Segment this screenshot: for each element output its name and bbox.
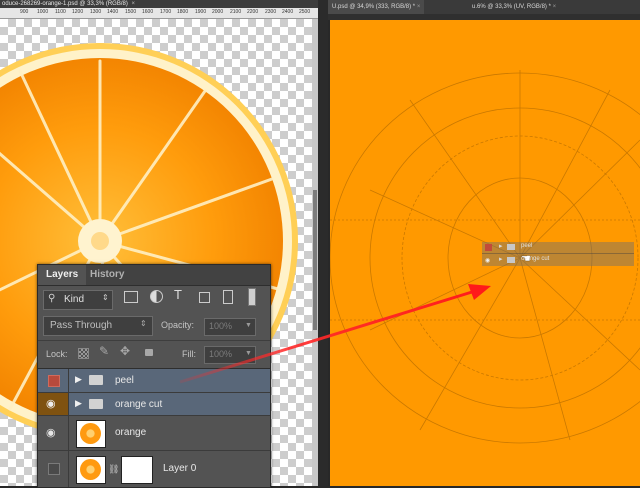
close-tab-icon[interactable]: × <box>553 4 557 10</box>
layers-panel: Layers History ⚲ Kind ⇕ T Pass Through ⇕… <box>37 264 271 488</box>
ruler-tick: 1400 <box>107 9 119 15</box>
right-document-tab-2-label: u.6% @ 33,3% (UV, RGB/8) * <box>472 4 551 10</box>
folder-icon <box>507 244 515 250</box>
ruler-tick: 2100 <box>230 9 242 15</box>
layer-thumbnail <box>76 456 106 484</box>
horizontal-ruler: 900 1000 1100 1200 1300 1400 1500 1600 1… <box>0 8 318 19</box>
close-tab-icon[interactable]: × <box>130 0 136 8</box>
layer-name[interactable]: orange <box>115 427 146 438</box>
lock-all-padlock-icon[interactable] <box>145 349 153 356</box>
layer-row-orange[interactable]: ◉ orange <box>38 416 270 451</box>
filter-kind-value: Kind <box>64 294 85 305</box>
left-scrollbar-thumb[interactable] <box>313 190 317 330</box>
hand-cursor-icon: ☚ <box>521 253 531 265</box>
lock-label: Lock: <box>46 349 68 359</box>
fill-label: Fill: <box>182 349 196 359</box>
blend-mode-value: Pass Through <box>50 320 113 331</box>
right-document-tab-1[interactable]: U.psd @ 34,9% (333, RGB/8) * × <box>328 0 425 14</box>
ruler-tick: 900 <box>20 9 29 15</box>
lock-position-move-icon[interactable]: ✥ <box>120 344 130 358</box>
mini-layer-name: peel <box>521 243 533 249</box>
mini-layers-overlay: ▸ peel ◉ ▸ orange cut <box>482 242 634 266</box>
layer-row-orange-cut[interactable]: ◉ ▶ orange cut <box>38 393 270 416</box>
visibility-cell[interactable] <box>38 451 69 487</box>
red-visibility-swatch-icon[interactable] <box>48 375 60 387</box>
visibility-cell[interactable]: ◉ <box>38 393 69 415</box>
ruler-tick: 1500 <box>125 9 137 15</box>
filter-kind-dropdown[interactable]: ⚲ Kind ⇕ <box>43 290 113 310</box>
ruler-tick: 1800 <box>177 9 189 15</box>
layer-name[interactable]: orange cut <box>115 399 162 410</box>
ruler-tick: 2500 <box>299 9 311 15</box>
orange-thumbnail-image <box>80 423 101 444</box>
layer-mask-thumbnail[interactable] <box>121 456 153 484</box>
filter-toggle-switch[interactable] <box>248 288 256 306</box>
adjustment-filter-icon[interactable] <box>150 290 163 303</box>
lock-pixels-brush-icon[interactable]: ✎ <box>99 344 109 358</box>
panel-tabbar: Layers History <box>38 265 270 286</box>
fill-value: 100% <box>209 349 233 359</box>
layer-thumbnail <box>76 420 106 448</box>
ruler-tick: 2200 <box>247 9 259 15</box>
opacity-value: 100% <box>209 321 233 331</box>
ruler-tick: 1300 <box>90 9 102 15</box>
expand-triangle-icon[interactable]: ▸ <box>499 242 503 250</box>
divider <box>38 340 270 341</box>
fill-input[interactable]: 100% ▼ <box>204 346 256 364</box>
smart-object-filter-icon[interactable] <box>223 290 233 304</box>
right-document-tab-2[interactable]: u.6% @ 33,3% (UV, RGB/8) * × <box>468 0 560 14</box>
close-tab-icon[interactable]: × <box>417 4 421 10</box>
document-divider[interactable] <box>318 0 328 486</box>
folder-icon <box>89 375 103 385</box>
folder-icon <box>507 257 515 263</box>
ruler-tick: 1100 <box>55 9 66 15</box>
right-document-tab-1-label: U.psd @ 34,9% (333, RGB/8) * <box>332 4 416 10</box>
right-document-canvas[interactable]: ▸ peel ◉ ▸ orange cut ☚ <box>330 20 640 486</box>
ruler-tick: 1700 <box>160 9 172 15</box>
visibility-swatch[interactable] <box>485 244 492 251</box>
chevron-down-icon[interactable]: ▼ <box>245 350 252 357</box>
shape-filter-icon[interactable] <box>199 292 210 303</box>
folder-icon <box>89 399 103 409</box>
ruler-tick: 2000 <box>212 9 224 15</box>
search-icon: ⚲ <box>48 293 56 304</box>
opacity-input[interactable]: 100% ▼ <box>204 318 256 336</box>
stepper-icon: ⇕ <box>102 293 109 302</box>
orange-thumbnail-image <box>80 459 101 480</box>
lock-transparency-icon[interactable] <box>78 348 89 359</box>
mini-layer-row[interactable]: ▸ peel <box>482 242 634 254</box>
ruler-tick: 2400 <box>282 9 294 15</box>
expand-triangle-icon[interactable]: ▶ <box>75 374 82 385</box>
eye-icon[interactable]: ◉ <box>46 397 56 410</box>
image-filter-icon[interactable] <box>124 291 138 303</box>
expand-triangle-icon[interactable]: ▸ <box>499 255 503 263</box>
left-document-tab-label: oduce-268269-orange-1.psd @ 33,3% (RGB/8… <box>2 1 128 7</box>
visibility-cell[interactable]: ◉ <box>38 416 69 450</box>
tab-layers[interactable]: Layers <box>38 265 87 285</box>
blend-mode-dropdown[interactable]: Pass Through ⇕ <box>43 316 153 336</box>
left-document-tab[interactable]: oduce-268269-orange-1.psd @ 33,3% (RGB/8… <box>0 0 318 8</box>
visibility-cell[interactable] <box>38 369 69 392</box>
layer-row-layer-0[interactable]: ⛓ Layer 0 <box>38 451 270 487</box>
chevron-down-icon[interactable]: ▼ <box>245 322 252 329</box>
stepper-icon: ⇕ <box>140 319 147 328</box>
ruler-tick: 1000 <box>37 9 49 15</box>
layer-name[interactable]: Layer 0 <box>163 463 196 474</box>
eye-icon[interactable]: ◉ <box>46 426 56 439</box>
layer-row-peel[interactable]: ▶ peel <box>38 369 270 393</box>
ruler-tick: 1900 <box>195 9 207 15</box>
hidden-visibility-box[interactable] <box>48 463 60 475</box>
ruler-tick: 1600 <box>142 9 154 15</box>
ruler-tick: 2300 <box>265 9 277 15</box>
mask-link-icon[interactable]: ⛓ <box>108 464 119 475</box>
eye-icon[interactable]: ◉ <box>485 257 490 264</box>
tab-history[interactable]: History <box>82 265 132 285</box>
ruler-tick: 1200 <box>72 9 84 15</box>
opacity-label: Opacity: <box>161 320 195 330</box>
layer-name[interactable]: peel <box>115 375 134 386</box>
mini-layer-row[interactable]: ◉ ▸ orange cut <box>482 254 634 266</box>
expand-triangle-icon[interactable]: ▶ <box>75 398 82 409</box>
type-filter-icon[interactable]: T <box>174 287 182 302</box>
